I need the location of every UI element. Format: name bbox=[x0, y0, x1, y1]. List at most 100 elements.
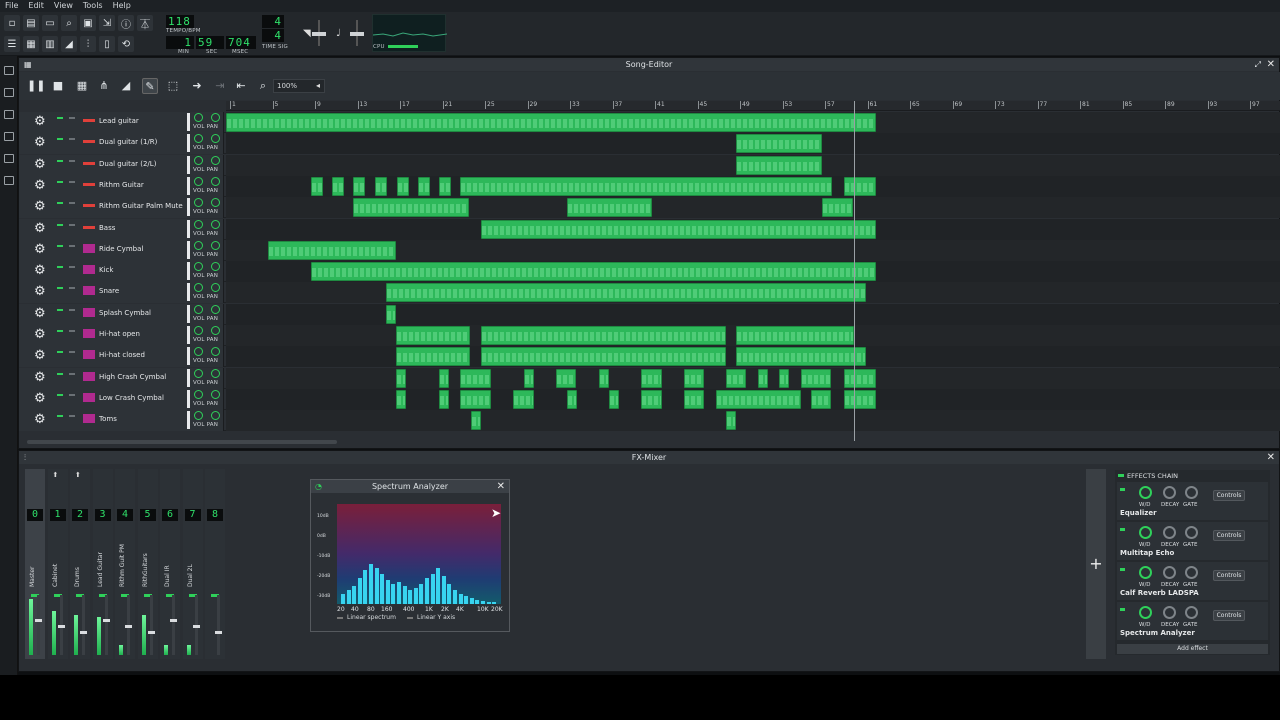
pattern-clip[interactable] bbox=[481, 347, 726, 367]
back-to-start-icon[interactable]: ⇤ bbox=[233, 78, 249, 94]
add-sample-track-icon[interactable]: ⋔ bbox=[96, 78, 112, 94]
volume-knob[interactable] bbox=[194, 389, 203, 399]
track-lane[interactable] bbox=[226, 112, 1280, 133]
track-header[interactable]: ⚙ Ride Cymbal VOL PAN bbox=[19, 239, 224, 261]
fader-handle[interactable] bbox=[80, 631, 87, 634]
effect-knob-decay[interactable] bbox=[1163, 606, 1176, 619]
edit-mode-icon[interactable]: ⬚ bbox=[165, 78, 181, 94]
add-automation-track-icon[interactable]: ◢ bbox=[118, 78, 134, 94]
pattern-clip[interactable] bbox=[513, 389, 534, 409]
mixer-channel[interactable]: 5 RithGuitars bbox=[137, 469, 158, 659]
pattern-clip[interactable] bbox=[567, 198, 652, 218]
draw-mode-icon[interactable]: ✎ bbox=[142, 78, 158, 94]
timesig-numerator[interactable]: 4 bbox=[262, 15, 284, 28]
track-lane[interactable] bbox=[226, 388, 1280, 410]
pattern-clip[interactable] bbox=[758, 368, 768, 388]
send-arrow-icon[interactable]: ⬆ bbox=[53, 471, 59, 479]
volume-knob[interactable] bbox=[194, 134, 203, 144]
track-header[interactable]: ⚙ Rithm Guitar VOL PAN bbox=[19, 175, 224, 197]
record-icon[interactable]: ➜ bbox=[189, 78, 205, 94]
menu-item-file[interactable]: File bbox=[0, 0, 23, 12]
mute-toggle[interactable] bbox=[57, 372, 63, 375]
export-icon[interactable]: ⇲ bbox=[99, 15, 115, 31]
metronome-icon[interactable]: ⏄ bbox=[137, 15, 153, 31]
gear-icon[interactable]: ⚙ bbox=[34, 370, 46, 385]
mixer-channel[interactable]: 6 Dual IR bbox=[160, 469, 180, 659]
fader-handle[interactable] bbox=[102, 619, 110, 622]
gear-icon[interactable]: ⚙ bbox=[34, 349, 46, 363]
fader-handle[interactable] bbox=[215, 631, 222, 634]
solo-toggle[interactable] bbox=[69, 393, 75, 396]
volume-knob[interactable] bbox=[194, 347, 203, 357]
fader-handle[interactable] bbox=[125, 625, 132, 628]
my-presets-icon[interactable] bbox=[4, 132, 14, 141]
fader-handle[interactable] bbox=[192, 625, 200, 628]
pattern-clip[interactable] bbox=[716, 389, 801, 409]
gear-icon[interactable]: ⚙ bbox=[34, 136, 46, 150]
pattern-clip[interactable] bbox=[353, 198, 469, 218]
gear-icon[interactable]: ⚙ bbox=[34, 221, 46, 236]
pattern-clip[interactable] bbox=[524, 368, 534, 388]
mute-toggle[interactable] bbox=[57, 117, 63, 119]
mute-toggle[interactable] bbox=[57, 223, 63, 226]
pattern-clip[interactable] bbox=[556, 368, 576, 388]
menu-item-edit[interactable]: Edit bbox=[23, 0, 49, 12]
track-name[interactable]: Ride Cymbal bbox=[99, 245, 143, 253]
pan-knob[interactable] bbox=[211, 155, 220, 165]
track-lane[interactable] bbox=[226, 175, 1280, 197]
gear-icon[interactable]: ⚙ bbox=[34, 200, 46, 214]
pan-knob[interactable] bbox=[211, 347, 220, 357]
effect-enabled-led[interactable] bbox=[1120, 608, 1125, 611]
volume-knob[interactable] bbox=[194, 240, 203, 250]
pattern-clip[interactable] bbox=[396, 368, 406, 388]
track-name[interactable]: Rithm Guitar bbox=[99, 181, 144, 189]
pan-knob[interactable] bbox=[211, 176, 220, 186]
solo-toggle[interactable] bbox=[69, 117, 75, 119]
project-notes-icon[interactable]: ▯ bbox=[99, 36, 115, 52]
track-lane[interactable] bbox=[226, 197, 1280, 219]
pattern-clip[interactable] bbox=[844, 368, 876, 388]
pan-knob[interactable] bbox=[211, 262, 220, 272]
effect-slot[interactable]: W/D DECAY GATE Multitap Echo Controls bbox=[1117, 522, 1268, 560]
pattern-clip[interactable] bbox=[736, 134, 822, 154]
effect-slot[interactable]: W/D DECAY GATE Calf Reverb LADSPA Controls bbox=[1117, 562, 1268, 600]
fader-track[interactable] bbox=[104, 595, 108, 655]
track-header[interactable]: ⚙ Hi-hat open VOL PAN bbox=[19, 325, 224, 346]
track-lane[interactable] bbox=[226, 261, 1280, 283]
pan-knob[interactable] bbox=[211, 219, 220, 229]
gear-icon[interactable]: ⚙ bbox=[34, 413, 46, 427]
volume-knob[interactable] bbox=[194, 198, 203, 208]
gear-icon[interactable]: ⚙ bbox=[34, 285, 46, 299]
solo-toggle[interactable] bbox=[69, 372, 75, 375]
fader-handle[interactable] bbox=[57, 625, 65, 628]
track-lane[interactable] bbox=[226, 367, 1280, 389]
pattern-clip[interactable] bbox=[439, 368, 449, 388]
solo-toggle[interactable] bbox=[69, 180, 75, 183]
pattern-clip[interactable] bbox=[386, 304, 396, 324]
tempo-display[interactable]: 118 bbox=[166, 15, 194, 28]
pattern-clip[interactable] bbox=[641, 389, 662, 409]
track-name[interactable]: Dual guitar (2/L) bbox=[99, 160, 156, 168]
effect-knob-wd[interactable] bbox=[1139, 566, 1152, 579]
effect-enabled-led[interactable] bbox=[1120, 488, 1125, 491]
pattern-clip[interactable] bbox=[726, 411, 736, 431]
effect-knob-wd[interactable] bbox=[1139, 486, 1152, 499]
mixer-channel[interactable]: 8 bbox=[205, 469, 225, 659]
pattern-clip[interactable] bbox=[844, 176, 876, 196]
solo-toggle[interactable] bbox=[69, 308, 75, 311]
close-icon[interactable]: ✕ bbox=[1267, 58, 1275, 71]
beat-editor-icon[interactable]: ▦ bbox=[23, 36, 39, 52]
pan-knob[interactable] bbox=[211, 326, 220, 335]
add-channel-button[interactable]: + bbox=[1086, 469, 1106, 659]
mute-toggle[interactable] bbox=[57, 138, 63, 141]
new-file-icon[interactable]: ▫ bbox=[4, 15, 20, 31]
solo-toggle[interactable] bbox=[69, 287, 75, 290]
volume-knob[interactable] bbox=[194, 283, 203, 293]
effect-knob-gate[interactable] bbox=[1185, 566, 1198, 579]
linear-y-axis-option[interactable]: Linear Y axis bbox=[417, 614, 455, 621]
track-name[interactable]: Lead guitar bbox=[99, 117, 139, 125]
pattern-clip[interactable] bbox=[396, 326, 470, 345]
solo-toggle[interactable] bbox=[69, 138, 75, 141]
add-beat-track-icon[interactable]: ▦ bbox=[74, 78, 90, 94]
effect-knob-decay[interactable] bbox=[1163, 486, 1176, 499]
